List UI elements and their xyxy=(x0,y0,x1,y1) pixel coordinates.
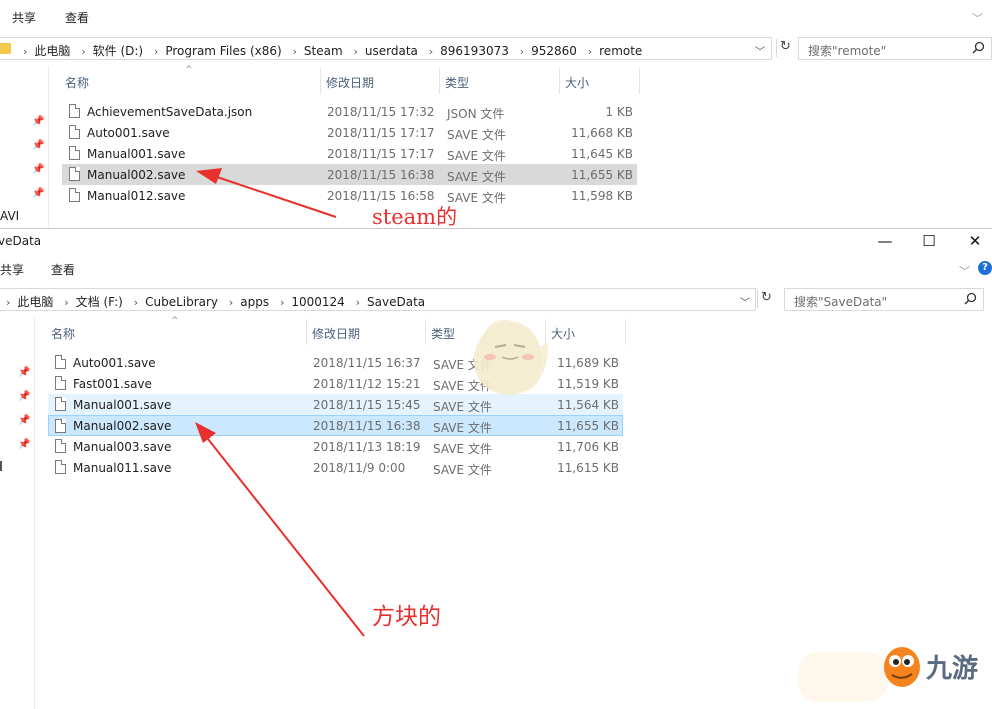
arrow-to-cube-icon xyxy=(195,422,365,637)
jiuyou-logo-icon xyxy=(884,647,920,687)
annotation-arrows xyxy=(195,168,365,637)
arrow-to-steam-icon xyxy=(196,168,337,218)
watermark-brand: 九游 xyxy=(926,654,979,684)
watermark-glow xyxy=(798,652,888,702)
